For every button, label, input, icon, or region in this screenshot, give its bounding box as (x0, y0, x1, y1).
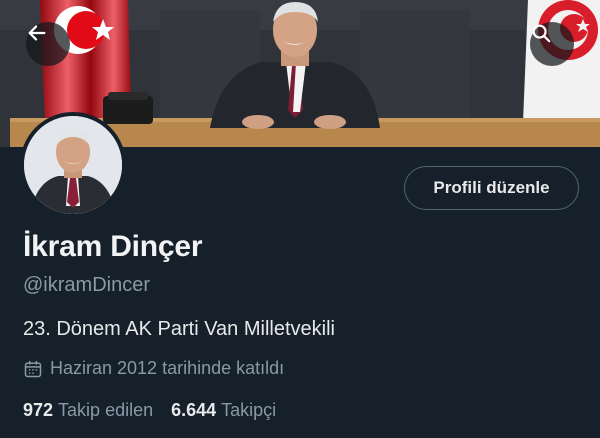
follow-stats: 972 Takip edilen 6.644 Takipçi (23, 400, 294, 421)
edit-profile-button[interactable]: Profili düzenle (404, 166, 579, 210)
desk-phone (103, 92, 153, 124)
following-label: Takip edilen (58, 400, 154, 420)
followers-link[interactable]: 6.644 Takipçi (171, 400, 276, 421)
display-name: İkram Dinçer (23, 230, 203, 263)
back-button[interactable] (26, 22, 70, 66)
arrow-left-icon (28, 25, 46, 41)
following-link[interactable]: 972 Takip edilen (23, 400, 153, 421)
search-icon (532, 24, 551, 43)
followers-label: Takipçi (221, 400, 277, 420)
username-handle: @ikramDincer (23, 274, 150, 296)
avatar-photo (24, 116, 122, 214)
profile-avatar[interactable] (20, 112, 126, 218)
profile-bio: 23. Dönem AK Parti Van Milletvekili (23, 318, 335, 340)
following-count: 972 (23, 400, 54, 420)
followers-count: 6.644 (171, 400, 217, 420)
search-button[interactable] (530, 22, 574, 66)
calendar-icon (24, 360, 42, 377)
join-date: Haziran 2012 tarihinde katıldı (23, 358, 284, 379)
join-date-text: Haziran 2012 tarihinde katıldı (50, 358, 285, 378)
